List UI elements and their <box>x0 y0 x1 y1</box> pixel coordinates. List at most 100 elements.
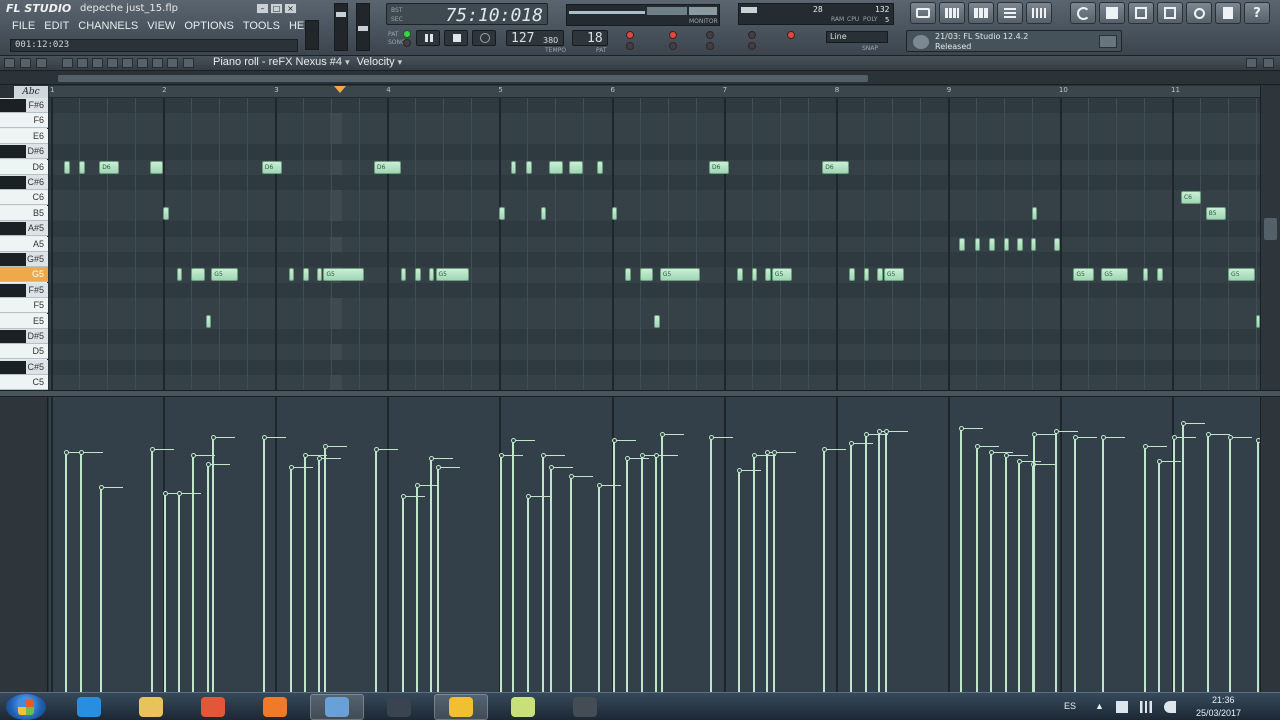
delete-tool-icon[interactable] <box>92 58 103 68</box>
velocity-stem[interactable] <box>640 456 643 692</box>
velocity-lane[interactable] <box>49 397 1260 692</box>
lock-icon[interactable] <box>36 58 47 68</box>
note[interactable] <box>526 160 532 174</box>
velocity-stem[interactable] <box>569 476 572 692</box>
menu-file[interactable]: FILE <box>12 20 35 32</box>
record-button[interactable] <box>472 30 496 46</box>
velocity-stem[interactable] <box>541 456 544 692</box>
velocity-stem[interactable] <box>429 458 432 692</box>
news-open-button[interactable] <box>1099 35 1117 48</box>
step-edit-led[interactable] <box>669 42 677 50</box>
note[interactable] <box>548 160 564 174</box>
piano-key[interactable]: E5 <box>0 313 48 329</box>
note[interactable] <box>596 160 603 174</box>
note[interactable]: G5 <box>883 268 905 282</box>
piano-key[interactable]: A#5 <box>0 221 48 237</box>
piano-key[interactable]: D#6 <box>0 144 48 160</box>
note[interactable]: G5 <box>1101 268 1129 282</box>
note[interactable]: D6 <box>822 160 850 174</box>
velocity-stem[interactable] <box>1229 438 1232 692</box>
velocity-stem[interactable] <box>206 464 209 692</box>
note[interactable] <box>1054 237 1060 251</box>
punch-led[interactable] <box>748 42 756 50</box>
note[interactable] <box>1017 237 1023 251</box>
note[interactable] <box>1030 237 1037 251</box>
blend-notes-led[interactable] <box>748 31 756 39</box>
note[interactable] <box>1003 237 1010 251</box>
loop-record-led[interactable] <box>787 31 795 39</box>
note[interactable]: G5 <box>435 268 470 282</box>
velocity-stem[interactable] <box>289 467 292 692</box>
slice-tool-icon[interactable] <box>122 58 133 68</box>
select-tool-icon[interactable] <box>137 58 148 68</box>
countdown-led[interactable] <box>626 42 634 50</box>
horizontal-scrollbar[interactable] <box>0 72 1280 85</box>
note[interactable] <box>654 314 660 328</box>
note[interactable] <box>624 268 631 282</box>
velocity-stem[interactable] <box>500 456 503 692</box>
note[interactable] <box>737 268 743 282</box>
menu-view[interactable]: VIEW <box>147 20 175 32</box>
note[interactable]: G5 <box>1073 268 1094 282</box>
vertical-scrollbar[interactable] <box>1260 86 1280 390</box>
velocity-stem[interactable] <box>401 497 404 692</box>
note[interactable]: D6 <box>99 160 120 174</box>
tools-button[interactable] <box>1157 2 1183 24</box>
velocity-stem[interactable] <box>823 450 826 692</box>
close-icon[interactable]: × <box>284 3 297 14</box>
note[interactable]: D6 <box>373 160 401 174</box>
note[interactable] <box>205 314 212 328</box>
render-button[interactable] <box>1128 2 1154 24</box>
show-hidden-icons[interactable]: ▲ <box>1095 701 1104 711</box>
note[interactable] <box>863 268 870 282</box>
network-signal-icon[interactable] <box>1140 701 1152 713</box>
velocity-stem[interactable] <box>212 438 215 692</box>
velocity-stem[interactable] <box>864 435 867 692</box>
multilink-led[interactable] <box>706 42 714 50</box>
note[interactable] <box>288 268 295 282</box>
taskbar-app[interactable] <box>372 694 426 720</box>
help-button[interactable]: ? <box>1244 2 1270 24</box>
note[interactable] <box>303 268 309 282</box>
note[interactable] <box>989 237 995 251</box>
piano-key[interactable]: D6 <box>0 159 48 175</box>
velocity-stem[interactable] <box>262 438 265 692</box>
velocity-stem[interactable] <box>549 467 552 692</box>
velocity-stem[interactable] <box>150 450 153 692</box>
note[interactable]: G5 <box>323 268 364 282</box>
velocity-stem[interactable] <box>511 441 514 692</box>
tempo-display[interactable]: 127 380 <box>506 30 564 46</box>
step-sequencer-button[interactable] <box>939 2 965 24</box>
project-button[interactable] <box>1215 2 1241 24</box>
velocity-lane-scroll[interactable] <box>1260 397 1280 692</box>
velocity-stem[interactable] <box>80 453 83 692</box>
velocity-stem[interactable] <box>374 450 377 692</box>
taskbar-app[interactable] <box>310 694 364 720</box>
metronome-led[interactable] <box>626 31 634 39</box>
detach-window-icon[interactable] <box>1246 58 1257 68</box>
menu-arrow-icon[interactable] <box>4 58 15 68</box>
vertical-scroll-thumb[interactable] <box>1264 218 1277 240</box>
snap-label[interactable]: Abc <box>14 86 48 98</box>
note[interactable]: D6 <box>261 160 282 174</box>
velocity-stem[interactable] <box>612 441 615 692</box>
piano-key[interactable]: C6 <box>0 190 48 206</box>
menu-tools[interactable]: TOOLS <box>243 20 280 32</box>
velocity-stem[interactable] <box>100 488 103 692</box>
velocity-stem[interactable] <box>597 485 600 692</box>
velocity-stem[interactable] <box>850 444 853 692</box>
detach-icon[interactable] <box>183 58 194 68</box>
piano-key[interactable]: C#5 <box>0 359 48 375</box>
note[interactable] <box>974 237 981 251</box>
undo-button[interactable] <box>1070 2 1096 24</box>
velocity-stem[interactable] <box>1032 435 1035 692</box>
note[interactable] <box>79 160 85 174</box>
velocity-stem[interactable] <box>1173 438 1175 692</box>
velocity-stem[interactable] <box>1102 438 1105 692</box>
note[interactable] <box>959 237 965 251</box>
scroll-thumb[interactable] <box>58 75 868 82</box>
velocity-stem[interactable] <box>655 456 658 692</box>
piano-key[interactable]: A5 <box>0 236 48 252</box>
piano-key[interactable]: C5 <box>0 375 48 391</box>
note[interactable]: B5 <box>1205 206 1226 220</box>
